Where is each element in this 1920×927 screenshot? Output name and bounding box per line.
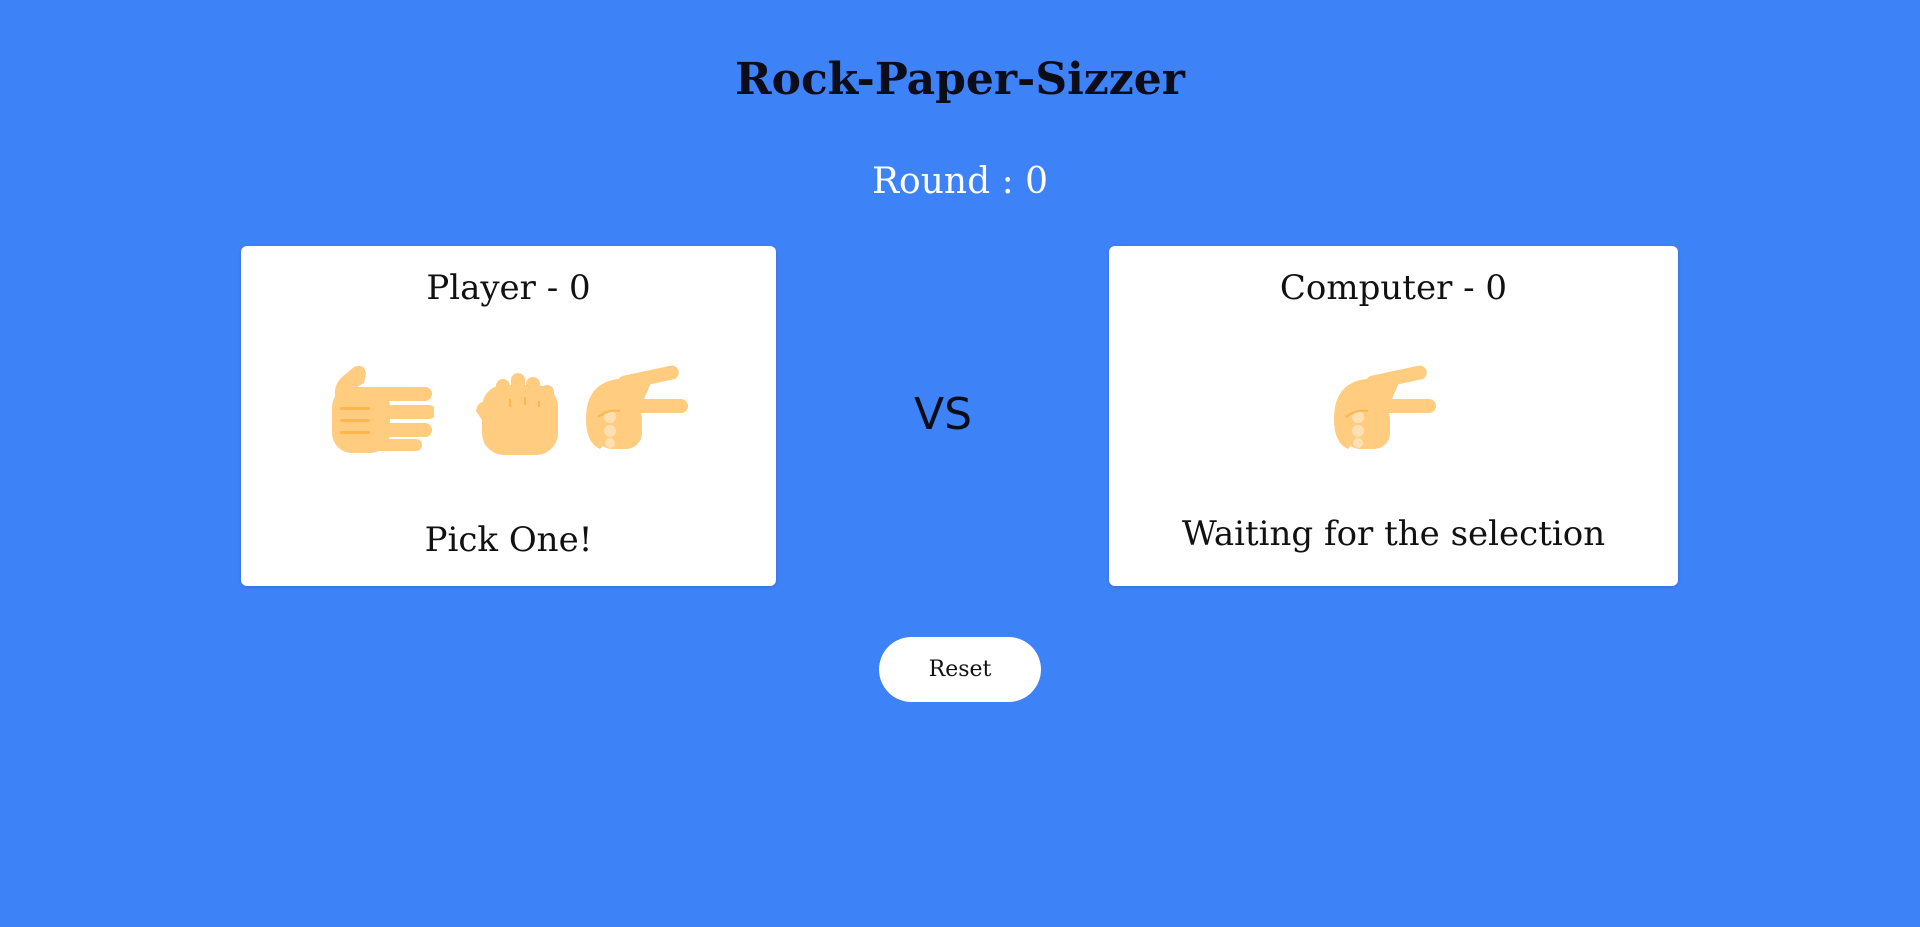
computer-score-title: Computer - 0 bbox=[1279, 268, 1508, 308]
computer-status: Waiting for the selection bbox=[1181, 514, 1606, 554]
player-score-title: Player - 0 bbox=[426, 268, 591, 308]
player-choices bbox=[241, 359, 776, 459]
rock-hand-icon[interactable] bbox=[454, 359, 564, 459]
reset-button[interactable]: Reset bbox=[879, 637, 1041, 702]
computer-choice bbox=[1109, 359, 1678, 459]
player-card: Player - 0 Pick One! bbox=[241, 246, 776, 586]
scissors-hand-icon[interactable] bbox=[578, 359, 688, 459]
computer-card: Computer - 0 Waiting for the selection bbox=[1109, 246, 1678, 586]
game-page: Rock-Paper-Sizzer Round : 0 Player - 0 P… bbox=[0, 0, 1920, 927]
versus-label: VS bbox=[913, 389, 973, 440]
paper-hand-icon[interactable] bbox=[324, 359, 434, 459]
round-counter: Round : 0 bbox=[871, 161, 1049, 202]
player-prompt: Pick One! bbox=[424, 520, 593, 560]
scissors-hand-icon bbox=[1326, 359, 1436, 459]
page-title: Rock-Paper-Sizzer bbox=[735, 54, 1185, 105]
